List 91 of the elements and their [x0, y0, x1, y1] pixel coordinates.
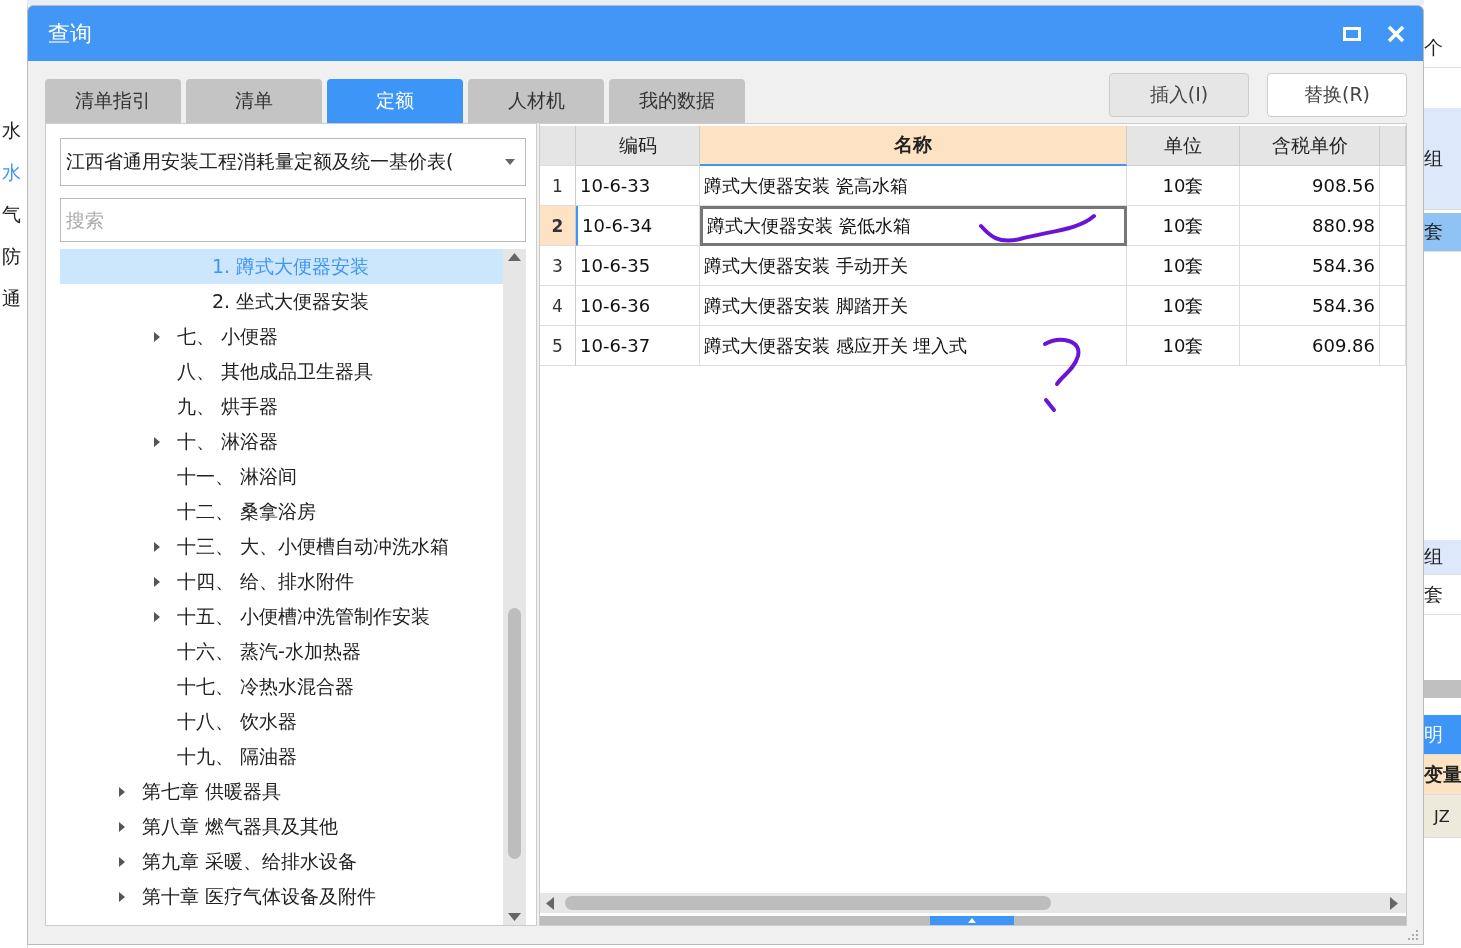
tree-item[interactable]: 十五、 小便槽冲洗管制作安装	[60, 599, 503, 634]
table-cell: 蹲式大便器安装 瓷高水箱	[700, 166, 1127, 206]
expand-arrow-icon[interactable]	[153, 435, 161, 448]
table-cell: 880.98	[1240, 206, 1380, 246]
tree-item[interactable]: 十、 淋浴器	[60, 424, 503, 459]
action-button[interactable]: 插入(I)	[1109, 73, 1249, 117]
tab[interactable]: 我的数据	[609, 79, 745, 123]
nav-item[interactable]: 水	[2, 119, 21, 141]
dropdown-arrow-icon[interactable]	[505, 159, 515, 165]
scrollbar-thumb[interactable]	[565, 896, 1051, 910]
table-cell: 584.36	[1240, 246, 1380, 286]
search-field[interactable]: 搜索	[60, 198, 526, 242]
tree-item[interactable]: 九、 烘手器	[60, 389, 503, 424]
table-cell: 10套	[1127, 206, 1240, 246]
scroll-up-icon[interactable]	[508, 253, 521, 261]
table-cell: 10套	[1127, 326, 1240, 366]
scroll-down-icon[interactable]	[508, 913, 521, 921]
table-cell: 套	[1424, 213, 1461, 252]
tree-item[interactable]: 十一、 淋浴间	[60, 459, 503, 494]
expand-arrow-icon[interactable]	[153, 540, 161, 553]
scroll-left-icon[interactable]	[546, 897, 554, 910]
expand-arrow-icon[interactable]	[153, 610, 161, 623]
expand-arrow-icon[interactable]	[118, 785, 126, 798]
table-cell: 609.86	[1240, 326, 1380, 366]
tab[interactable]: 清单指引	[45, 79, 181, 123]
nav-item[interactable]: 通	[2, 287, 21, 309]
scrollbar-thumb[interactable]	[508, 608, 521, 859]
table-cell: 10套	[1127, 286, 1240, 326]
column-header[interactable]: 名称	[700, 126, 1127, 166]
tree-item[interactable]: 十七、 冷热水混合器	[60, 669, 503, 704]
tree-item[interactable]: 第八章 燃气器具及其他	[60, 809, 503, 844]
tree-item[interactable]: 第九章 采暖、给排水设备	[60, 844, 503, 879]
table-cell: 组	[1424, 540, 1461, 575]
close-icon[interactable]	[1387, 24, 1405, 43]
table-cell: 10套	[1127, 166, 1240, 206]
tree-item[interactable]: 八、 其他成品卫生器具	[60, 354, 503, 389]
row-number: 4	[540, 286, 576, 326]
column-header[interactable]: 单位	[1127, 126, 1240, 166]
library-dropdown[interactable]: 江西省通用安装工程消耗量定额及统一基价表(	[60, 138, 526, 186]
table-cell: 10-6-36	[576, 286, 700, 326]
scroll-right-icon[interactable]	[1390, 897, 1398, 910]
tree-item[interactable]: 十九、 隔油器	[60, 739, 503, 774]
expand-arrow-icon[interactable]	[118, 890, 126, 903]
table-cell: 蹲式大便器安装 瓷低水箱	[700, 206, 1127, 246]
nav-item[interactable]: 气	[2, 203, 21, 225]
row-number: 3	[540, 246, 576, 286]
table-cell: 10-6-33	[576, 166, 700, 206]
splitter-handle[interactable]	[930, 916, 1014, 925]
tree-item[interactable]: 第七章 供暖器具	[60, 774, 503, 809]
expand-arrow-icon[interactable]	[118, 855, 126, 868]
table-cell: 10-6-37	[576, 326, 700, 366]
scrollbar[interactable]	[540, 893, 1406, 913]
tab[interactable]: 人材机	[468, 79, 604, 123]
tree-item[interactable]: 2. 坐式大便器安装	[60, 284, 503, 319]
table-cell: 蹲式大便器安装 感应开关 埋入式	[700, 326, 1127, 366]
tree-item[interactable]: 十三、 大、小便槽自动冲洗水箱	[60, 529, 503, 564]
table-cell: 908.56	[1240, 166, 1380, 206]
scrollbar[interactable]	[503, 249, 526, 925]
resize-grip-icon[interactable]	[1407, 929, 1419, 941]
expand-arrow-icon[interactable]	[153, 575, 161, 588]
maximize-icon[interactable]	[1343, 26, 1361, 41]
table-cell: 蹲式大便器安装 脚踏开关	[700, 286, 1127, 326]
table-cell	[1380, 206, 1406, 246]
table-cell: 584.36	[1240, 286, 1380, 326]
column-header[interactable]: 编码	[576, 126, 700, 166]
tab[interactable]: 清单	[186, 79, 322, 123]
tree-item[interactable]: 第十章 医疗气体设备及附件	[60, 879, 503, 914]
table-cell: 组	[1424, 108, 1461, 210]
table-cell: 蹲式大便器安装 手动开关	[700, 246, 1127, 286]
expand-arrow-icon[interactable]	[153, 330, 161, 343]
expand-arrow-icon[interactable]	[118, 820, 126, 833]
row-number: 5	[540, 326, 576, 366]
nav-item[interactable]: 防	[2, 245, 21, 267]
table-cell: 10套	[1127, 246, 1240, 286]
table-cell	[1380, 326, 1406, 366]
row-number: 2	[540, 206, 576, 246]
table-cell: 10-6-34	[576, 206, 700, 246]
tree-item[interactable]: 十八、 饮水器	[60, 704, 503, 739]
table-cell	[1380, 246, 1406, 286]
table-cell: 变量	[1424, 755, 1461, 795]
action-button[interactable]: 替换(R)	[1267, 73, 1407, 117]
tree-item[interactable]: 十四、 给、排水附件	[60, 564, 503, 599]
table-cell	[1380, 166, 1406, 206]
table-cell: 10-6-35	[576, 246, 700, 286]
tree-item[interactable]: 十六、 蒸汽-水加热器	[60, 634, 503, 669]
column-header[interactable]: 含税单价	[1240, 126, 1380, 166]
table-cell	[1380, 286, 1406, 326]
window-title: 查询	[48, 19, 93, 48]
table-cell: JZ	[1424, 795, 1461, 838]
tree-item[interactable]: 十二、 桑拿浴房	[60, 494, 503, 529]
tree-item[interactable]: 七、 小便器	[60, 319, 503, 354]
